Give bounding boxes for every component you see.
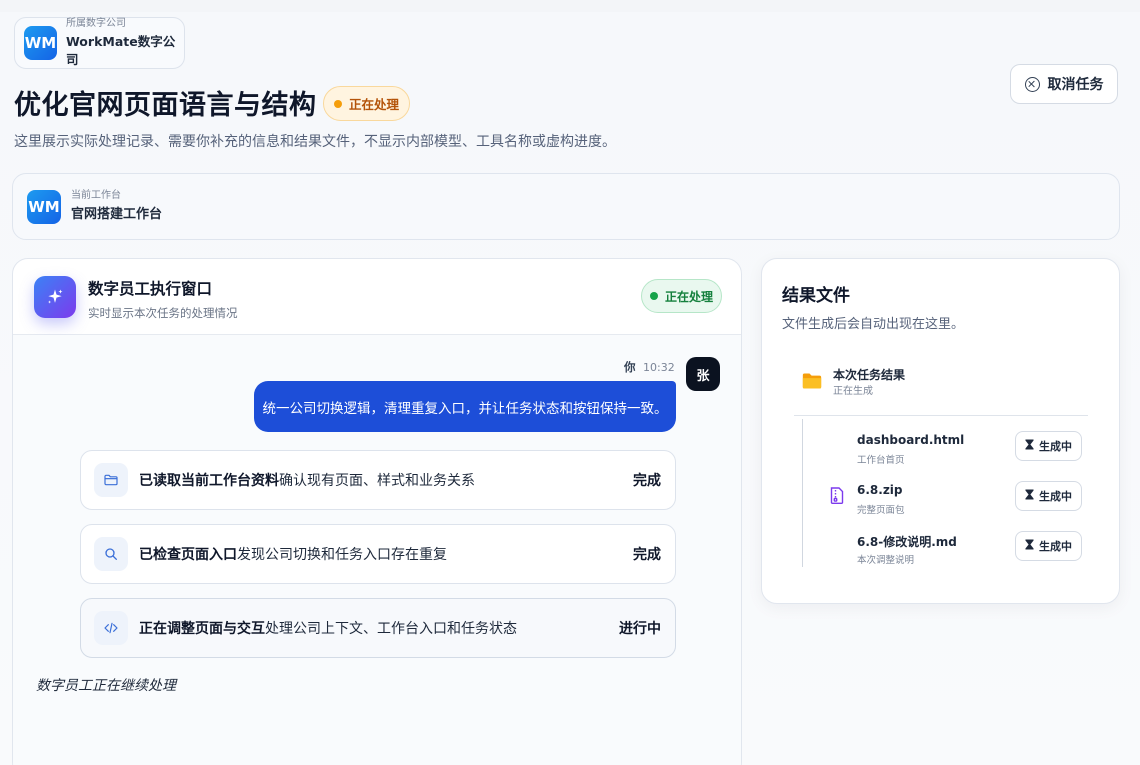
zip-file-icon: [830, 487, 844, 508]
company-label: 所属数字公司: [65, 18, 126, 29]
step-title: 已检查页面入口: [139, 547, 237, 563]
exec-window: 数字员工执行窗口 实时显示本次任务的处理情况 正在处理 你 10:32 张 统一…: [12, 258, 742, 765]
generating-button[interactable]: 生成中: [1015, 531, 1082, 561]
exec-window-subtitle: 实时显示本次任务的处理情况: [88, 306, 238, 320]
sparkle-icon: [34, 276, 76, 318]
file-desc: 完整页面包: [857, 505, 905, 516]
generating-label: 生成中: [1039, 490, 1072, 503]
task-status-label: 正在处理: [348, 97, 399, 112]
exec-status-badge: 正在处理: [641, 279, 722, 313]
step-status: 完成: [633, 473, 661, 489]
search-icon: [94, 537, 128, 571]
step-status: 进行中: [619, 621, 661, 637]
step-text: 已检查页面入口发现公司切换和任务入口存在重复: [139, 544, 633, 564]
continuing-indicator: 数字员工正在继续处理: [36, 678, 176, 694]
generating-button[interactable]: 生成中: [1015, 481, 1082, 511]
exec-window-title: 数字员工执行窗口: [88, 280, 213, 298]
status-dot-icon: [333, 99, 342, 108]
code-icon: [94, 611, 128, 645]
page-subtitle: 这里展示实际处理记录、需要你补充的信息和结果文件，不显示内部模型、工具名称或虚构…: [14, 134, 616, 150]
step-detail: 处理公司上下文、工作台入口和任务状态: [265, 621, 517, 637]
folder-status: 正在生成: [833, 386, 873, 397]
folder-icon: [94, 463, 128, 497]
file-desc: 工作台首页: [857, 455, 905, 466]
step-detail: 发现公司切换和任务入口存在重复: [237, 547, 447, 563]
company-name: WorkMate数字公司: [65, 34, 176, 67]
file-item[interactable]: dashboard.html 工作台首页 生成中: [830, 431, 1082, 466]
divider: [794, 415, 1088, 416]
file-name: dashboard.html: [857, 433, 965, 447]
top-edge: [0, 0, 1140, 12]
hourglass-icon: [1025, 539, 1034, 553]
step-item: 已检查页面入口发现公司切换和任务入口存在重复 完成: [80, 524, 676, 584]
generating-button[interactable]: 生成中: [1015, 431, 1082, 461]
cancel-task-label: 取消任务: [1047, 77, 1104, 93]
cancel-task-button[interactable]: 取消任务: [1010, 64, 1118, 104]
file-item[interactable]: 6.8-修改说明.md 本次调整说明 生成中: [830, 531, 1082, 566]
company-logo: WM: [24, 26, 57, 60]
exec-window-body: 你 10:32 张 统一公司切换逻辑，清理重复入口，并让任务状态和按钮保持一致。…: [13, 335, 741, 765]
step-title: 已读取当前工作台资料: [139, 473, 279, 489]
task-status-badge: 正在处理: [323, 86, 410, 121]
message-meta: 你 10:32: [624, 359, 675, 375]
file-desc: 本次调整说明: [857, 555, 915, 566]
step-item: 正在调整页面与交互处理公司上下文、工作台入口和任务状态 进行中: [80, 598, 676, 658]
results-panel: 结果文件 文件生成后会自动出现在这里。 本次任务结果 正在生成 dashboar…: [761, 258, 1120, 604]
close-circle-icon: [1024, 76, 1040, 92]
message-sender: 你: [624, 360, 636, 374]
workspace-logo: WM: [27, 189, 61, 224]
results-folder[interactable]: 本次任务结果 正在生成: [802, 367, 905, 399]
exec-status-label: 正在处理: [664, 289, 713, 304]
file-name: 6.8-修改说明.md: [857, 535, 957, 549]
message-time: 10:32: [643, 361, 675, 374]
step-status: 完成: [633, 547, 661, 563]
user-message-bubble: 统一公司切换逻辑，清理重复入口，并让任务状态和按钮保持一致。: [254, 381, 676, 432]
company-switcher[interactable]: WM 所属数字公司 WorkMate数字公司: [14, 17, 185, 69]
avatar: 张: [686, 357, 720, 391]
step-item: 已读取当前工作台资料确认现有页面、样式和业务关系 完成: [80, 450, 676, 510]
step-detail: 确认现有页面、样式和业务关系: [279, 473, 475, 489]
file-item[interactable]: 6.8.zip 完整页面包 生成中: [830, 481, 1082, 516]
step-text: 正在调整页面与交互处理公司上下文、工作台入口和任务状态: [139, 618, 619, 638]
status-dot-icon: [649, 292, 658, 300]
generating-label: 生成中: [1039, 540, 1072, 553]
workspace-name: 官网搭建工作台: [71, 206, 163, 222]
hourglass-icon: [1025, 489, 1034, 503]
workspace-label: 当前工作台: [71, 189, 121, 201]
exec-window-header: 数字员工执行窗口 实时显示本次任务的处理情况 正在处理: [13, 259, 741, 335]
file-name: 6.8.zip: [857, 483, 903, 497]
results-title: 结果文件: [782, 286, 850, 306]
results-subtitle: 文件生成后会自动出现在这里。: [782, 317, 965, 332]
step-title: 正在调整页面与交互: [139, 621, 265, 637]
hourglass-icon: [1025, 439, 1034, 453]
tree-line: [802, 419, 803, 567]
page-title: 优化官网页面语言与结构: [14, 90, 317, 121]
folder-icon: [802, 372, 822, 394]
step-text: 已读取当前工作台资料确认现有页面、样式和业务关系: [139, 470, 633, 490]
folder-name: 本次任务结果: [833, 368, 906, 382]
current-workspace[interactable]: WM 当前工作台 官网搭建工作台: [12, 173, 1120, 240]
generating-label: 生成中: [1039, 440, 1072, 453]
